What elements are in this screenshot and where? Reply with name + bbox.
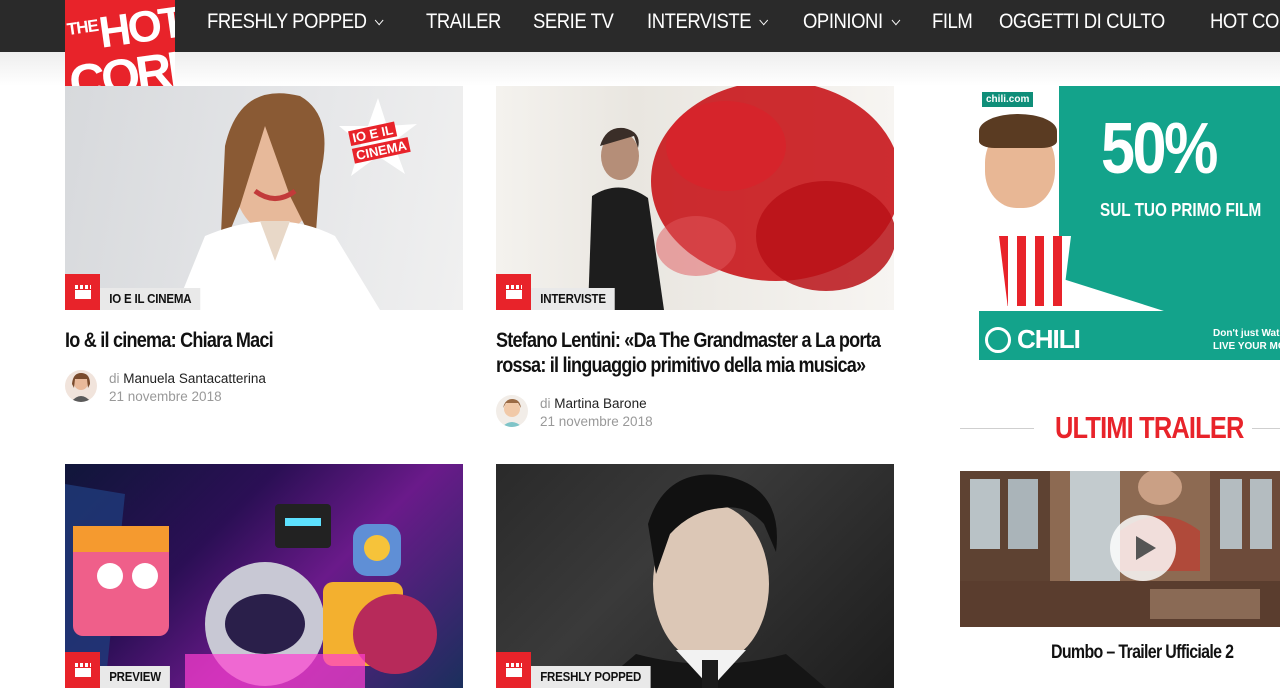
clapperboard-icon	[65, 274, 100, 310]
chevron-down-icon	[759, 14, 769, 25]
nav-label: HOT CORN TV	[1209, 10, 1280, 33]
nav-label: SERIE TV	[533, 10, 614, 33]
nav-label: INTERVISTE	[646, 10, 752, 33]
main-nav: FRESHLY POPPED TRAILER SERIE TV INTERVIS…	[207, 0, 1280, 44]
category-tag[interactable]: PREVIEW	[65, 652, 176, 688]
play-icon	[1136, 536, 1156, 560]
avatar	[496, 395, 528, 427]
category-tag[interactable]: IO E IL CINEMA	[65, 274, 209, 310]
ad-kid-hair	[979, 114, 1057, 148]
article-image-chiara-maci[interactable]: IO E IL CINEMA IO E IL CINEMA	[65, 86, 463, 310]
article-date: 21 novembre 2018	[109, 389, 222, 404]
logo-text-the: THE	[65, 15, 100, 40]
nav-item-opinioni[interactable]: OPINIONI	[803, 10, 900, 34]
nav-label: TRAILER	[426, 10, 502, 33]
lego-poster-illustration	[65, 484, 437, 688]
play-button[interactable]	[1110, 515, 1176, 581]
article-title[interactable]: Stefano Lentini: «Da The Grandmaster a L…	[496, 328, 900, 378]
article-image-lego-movie[interactable]: PREVIEW	[65, 464, 463, 688]
title-line: rossa: il linguaggio primitivo della mia…	[496, 354, 866, 377]
nav-item-oggetti-di-culto[interactable]: OGGETTI DI CULTO	[999, 10, 1165, 34]
author-link[interactable]: Manuela Santacatterina	[123, 371, 266, 386]
red-smoke-portrait-illustration	[588, 86, 894, 310]
author-link[interactable]: Martina Barone	[554, 396, 646, 411]
section-title-ultimi-trailer: ULTIMI TRAILER	[1055, 410, 1244, 445]
ad-domain-badge: chili.com	[982, 92, 1034, 107]
clapperboard-icon	[65, 652, 100, 688]
nav-item-serie-tv[interactable]: SERIE TV	[533, 10, 614, 34]
actor-portrait-illustration	[596, 474, 826, 688]
popcorn-bucket-icon	[999, 236, 1071, 306]
io-e-il-cinema-badge: IO E IL CINEMA	[335, 96, 421, 182]
category-label: INTERVISTE	[531, 288, 616, 310]
chevron-down-icon	[891, 14, 900, 25]
nav-label: OPINIONI	[803, 10, 883, 33]
nav-item-film[interactable]: FILM	[931, 10, 973, 34]
chevron-down-icon	[375, 14, 384, 25]
article-image-portrait[interactable]: FRESHLY POPPED	[496, 464, 894, 688]
ad-subline: SUL TUO PRIMO FILM	[1100, 200, 1262, 220]
nav-item-hot-corn-tv[interactable]: HOT CORN TV	[1210, 10, 1280, 34]
nav-label: OGGETTI DI CULTO	[999, 10, 1166, 33]
ad-tagline: Don't just Wat	[1213, 328, 1280, 339]
article-image-stefano-lentini[interactable]: INTERVISTE	[496, 86, 894, 310]
nav-item-freshly-popped[interactable]: FRESHLY POPPED	[207, 10, 384, 34]
section-divider	[960, 428, 1034, 429]
avatar	[65, 370, 97, 402]
ad-brand-name: CHILI	[1017, 324, 1081, 354]
ad-tagline: LIVE YOUR MO	[1213, 341, 1280, 352]
article-title[interactable]: Io & il cinema: Chiara Maci	[65, 328, 426, 353]
clapperboard-icon	[496, 274, 531, 310]
nav-label: FRESHLY POPPED	[207, 10, 367, 33]
section-divider	[1252, 428, 1280, 429]
nav-item-trailer[interactable]: TRAILER	[426, 10, 501, 34]
article-byline: di Martina Barone 21 novembre 2018	[496, 395, 653, 431]
nav-item-interviste[interactable]: INTERVISTE	[646, 10, 769, 34]
byline-prefix: di	[540, 396, 551, 411]
trailer-thumbnail[interactable]	[960, 471, 1280, 627]
chili-advertisement[interactable]: chili.com 50% SUL TUO PRIMO FILM CHILI D…	[979, 86, 1280, 360]
nav-label: FILM	[931, 10, 973, 33]
article-byline: di Manuela Santacatterina 21 novembre 20…	[65, 370, 266, 406]
trailer-title[interactable]: Dumbo – Trailer Ufficiale 2	[1051, 642, 1234, 664]
category-label: PREVIEW	[100, 666, 171, 688]
chili-logo-icon	[985, 326, 1011, 353]
category-label: FRESHLY POPPED	[531, 666, 651, 688]
category-tag[interactable]: FRESHLY POPPED	[496, 652, 661, 688]
title-line: Stefano Lentini: «Da The Grandmaster a L…	[496, 329, 881, 352]
byline-prefix: di	[109, 371, 120, 386]
top-navbar: FRESHLY POPPED TRAILER SERIE TV INTERVIS…	[0, 0, 1280, 52]
category-tag[interactable]: INTERVISTE	[496, 274, 622, 310]
ad-headline: 50%	[1101, 109, 1218, 189]
article-date: 21 novembre 2018	[540, 414, 653, 429]
clapperboard-icon	[496, 652, 531, 688]
header-shadow	[0, 52, 1280, 86]
ad-brand: CHILI	[985, 324, 1081, 355]
category-label: IO E IL CINEMA	[100, 288, 201, 310]
